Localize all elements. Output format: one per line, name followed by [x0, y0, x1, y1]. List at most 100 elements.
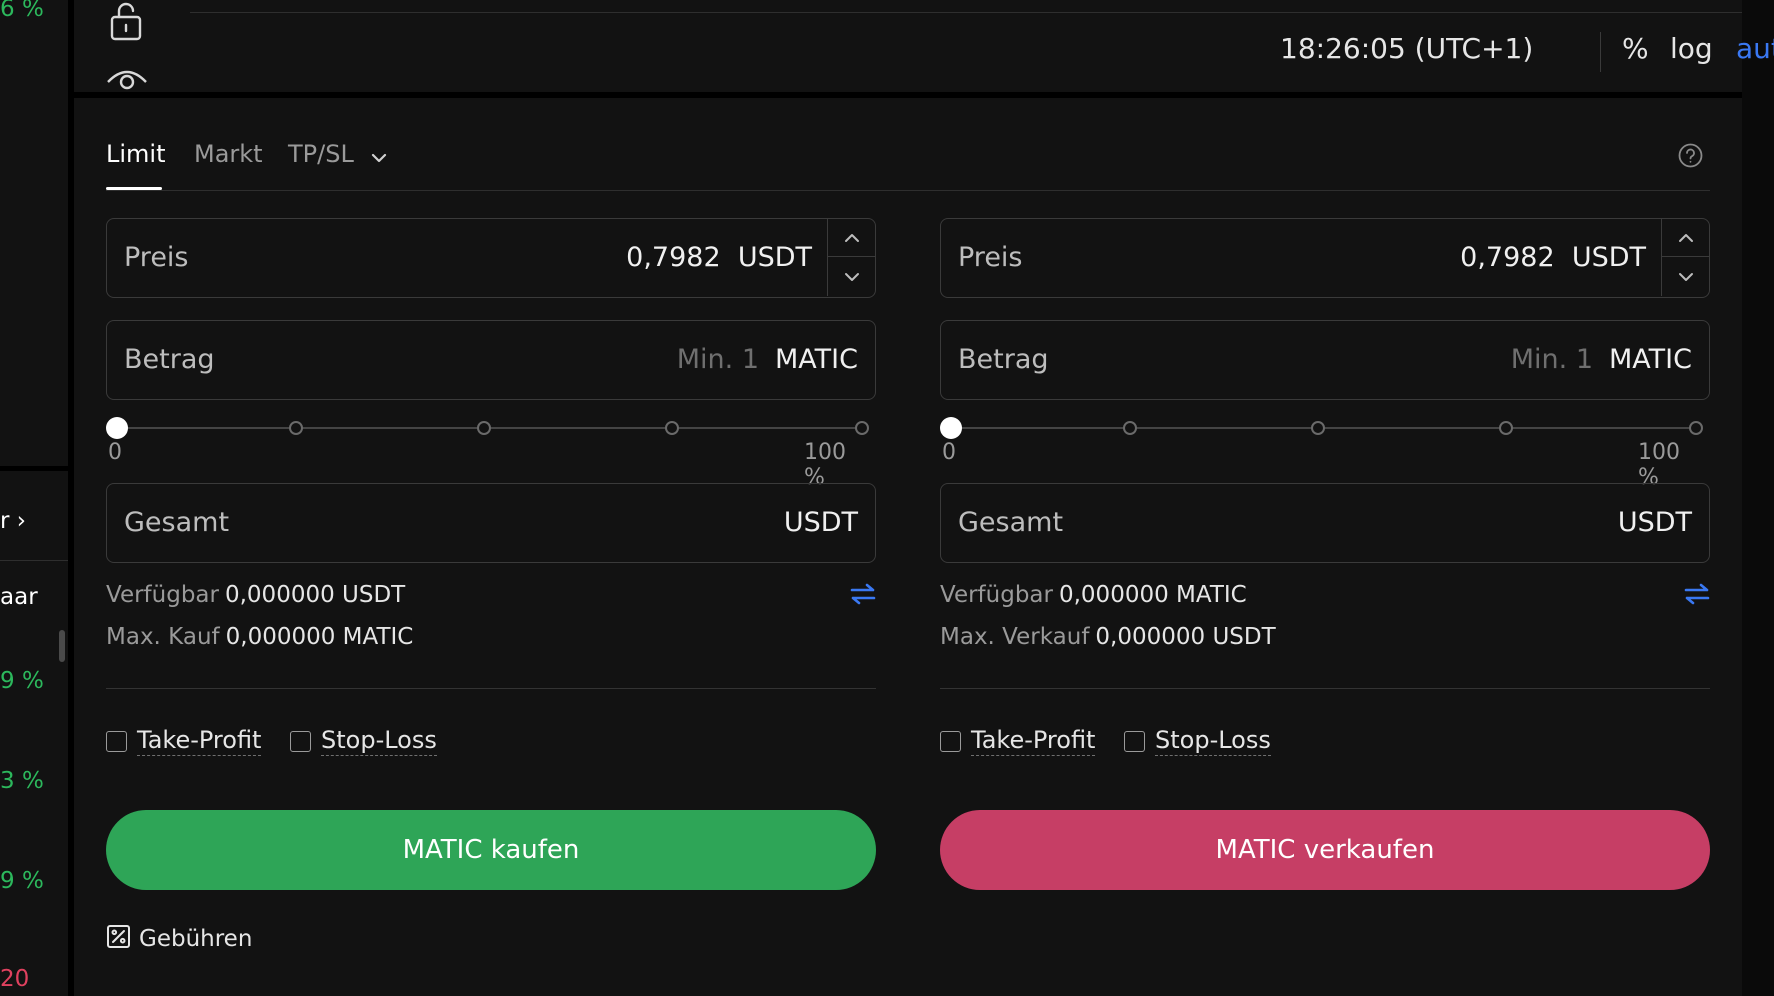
slider-step-50[interactable]: [477, 421, 491, 435]
buy-price-field[interactable]: Preis 0,7982 USDT: [106, 218, 876, 298]
buy-amount-placeholder: Min. 1: [676, 344, 760, 375]
sell-max: Max. Verkauf 0,000000 USDT: [940, 624, 1276, 650]
sell-total-field[interactable]: Gesamt USDT: [940, 483, 1710, 563]
sell-amount-unit: MATIC: [1609, 344, 1692, 375]
sell-max-value: 0,000000 USDT: [1095, 624, 1276, 650]
buy-total-label: Gesamt: [124, 507, 230, 538]
buy-price-stepper: [827, 219, 875, 296]
slider-thumb[interactable]: [106, 417, 128, 439]
slider-step-75[interactable]: [1499, 421, 1513, 435]
buy-amount-slider[interactable]: [106, 416, 876, 440]
buy-total-unit: USDT: [783, 507, 858, 538]
sell-price-unit: USDT: [1571, 242, 1646, 273]
unlock-icon[interactable]: [108, 2, 144, 46]
stop-loss-label[interactable]: Stop-Loss: [1155, 726, 1271, 756]
checkbox-box[interactable]: [940, 730, 961, 752]
sell-amount-label: Betrag: [958, 344, 1049, 375]
market-change-4: 9 %: [0, 868, 44, 894]
slider-step-75[interactable]: [665, 421, 679, 435]
chart-bottom-toolbar: 18:26:05 (UTC+1) % log auto: [74, 0, 1774, 92]
buy-max-label: Max. Kauf: [106, 624, 220, 650]
percent-scale-toggle[interactable]: %: [1622, 32, 1649, 65]
buy-amount-unit: MATIC: [775, 344, 858, 375]
market-section-link[interactable]: r ›: [0, 508, 26, 534]
market-change-1: 6 %: [0, 0, 44, 22]
sell-price-value[interactable]: 0,7982: [1460, 242, 1554, 273]
transfer-icon[interactable]: [850, 583, 876, 605]
sell-form: Preis 0,7982 USDT Betrag Min. 1 MATIC 0 …: [908, 98, 1710, 996]
sell-price-label: Preis: [958, 242, 1023, 273]
slider-step-25[interactable]: [1123, 421, 1137, 435]
slider-step-100[interactable]: [855, 421, 869, 435]
sell-available-value: 0,000000 MATIC: [1058, 582, 1247, 608]
buy-form: Preis 0,7982 USDT Betrag Min. 1 MATIC 0 …: [74, 98, 876, 996]
sell-amount-field[interactable]: Betrag Min. 1 MATIC: [940, 320, 1710, 400]
sell-price-stepper: [1661, 219, 1709, 296]
buy-take-profit-checkbox[interactable]: Take-Profit: [106, 726, 262, 756]
toolbar-separator: [1600, 32, 1601, 72]
market-header: aar: [0, 584, 38, 610]
buy-available-label: Verfügbar: [106, 582, 219, 608]
buy-price-label: Preis: [124, 242, 189, 273]
percent-tag-icon: [106, 924, 131, 953]
slider-track: [948, 427, 1702, 429]
sell-separator: [940, 688, 1710, 689]
chart-axis-line: [190, 12, 1742, 13]
sell-max-label: Max. Verkauf: [940, 624, 1090, 650]
market-change-2: 9 %: [0, 668, 44, 694]
slider-track: [114, 427, 868, 429]
checkbox-box[interactable]: [106, 730, 127, 752]
slider-min-label: 0: [108, 440, 122, 465]
buy-button[interactable]: MATIC kaufen: [106, 810, 876, 890]
sell-take-profit-checkbox[interactable]: Take-Profit: [940, 726, 1096, 756]
market-change-5: 20: [0, 966, 30, 992]
chevron-up-icon: [844, 233, 859, 242]
buy-amount-field[interactable]: Betrag Min. 1 MATIC: [106, 320, 876, 400]
auto-scale-toggle[interactable]: auto: [1736, 32, 1774, 65]
sell-amount-slider[interactable]: [940, 416, 1710, 440]
fees-link[interactable]: Gebühren: [106, 924, 252, 953]
buy-stop-loss-checkbox[interactable]: Stop-Loss: [290, 726, 437, 756]
checkbox-box[interactable]: [290, 730, 311, 752]
sell-amount-placeholder: Min. 1: [1510, 344, 1594, 375]
slider-step-50[interactable]: [1311, 421, 1325, 435]
buy-separator: [106, 688, 876, 689]
left-divider: [0, 466, 68, 471]
fees-label: Gebühren: [139, 925, 253, 952]
sell-available-label: Verfügbar: [940, 582, 1053, 608]
slider-thumb[interactable]: [940, 417, 962, 439]
sell-total-label: Gesamt: [958, 507, 1064, 538]
slider-step-25[interactable]: [289, 421, 303, 435]
checkbox-box[interactable]: [1124, 730, 1145, 752]
sell-price-increment[interactable]: [1662, 219, 1709, 257]
log-scale-toggle[interactable]: log: [1670, 32, 1713, 65]
take-profit-label[interactable]: Take-Profit: [971, 726, 1096, 756]
buy-price-value[interactable]: 0,7982: [626, 242, 720, 273]
buy-price-decrement[interactable]: [828, 258, 875, 296]
chart-clock: 18:26:05 (UTC+1): [1280, 32, 1534, 65]
stop-loss-label[interactable]: Stop-Loss: [321, 726, 437, 756]
sell-stop-loss-checkbox[interactable]: Stop-Loss: [1124, 726, 1271, 756]
slider-step-100[interactable]: [1689, 421, 1703, 435]
buy-max: Max. Kauf 0,000000 MATIC: [106, 624, 413, 650]
market-change-3: 3 %: [0, 768, 44, 794]
left-market-list: 6 % r › aar 9 % 3 % 9 % 20: [0, 0, 68, 996]
sell-button[interactable]: MATIC verkaufen: [940, 810, 1710, 890]
sell-total-unit: USDT: [1617, 507, 1692, 538]
left-separator: [0, 560, 68, 561]
sell-price-field[interactable]: Preis 0,7982 USDT: [940, 218, 1710, 298]
chevron-up-icon: [1678, 233, 1693, 242]
sell-available: Verfügbar 0,000000 MATIC: [940, 582, 1247, 608]
buy-price-increment[interactable]: [828, 219, 875, 257]
right-gap: [1742, 0, 1774, 996]
transfer-icon[interactable]: [1684, 583, 1710, 605]
left-scrollbar[interactable]: [59, 630, 65, 662]
buy-total-field[interactable]: Gesamt USDT: [106, 483, 876, 563]
buy-price-unit: USDT: [737, 242, 812, 273]
buy-available-value: 0,000000 USDT: [224, 582, 406, 608]
sell-price-decrement[interactable]: [1662, 258, 1709, 296]
take-profit-label[interactable]: Take-Profit: [137, 726, 262, 756]
slider-min-label: 0: [942, 440, 956, 465]
help-icon[interactable]: [1678, 143, 1703, 168]
chevron-down-icon: [1678, 273, 1693, 281]
